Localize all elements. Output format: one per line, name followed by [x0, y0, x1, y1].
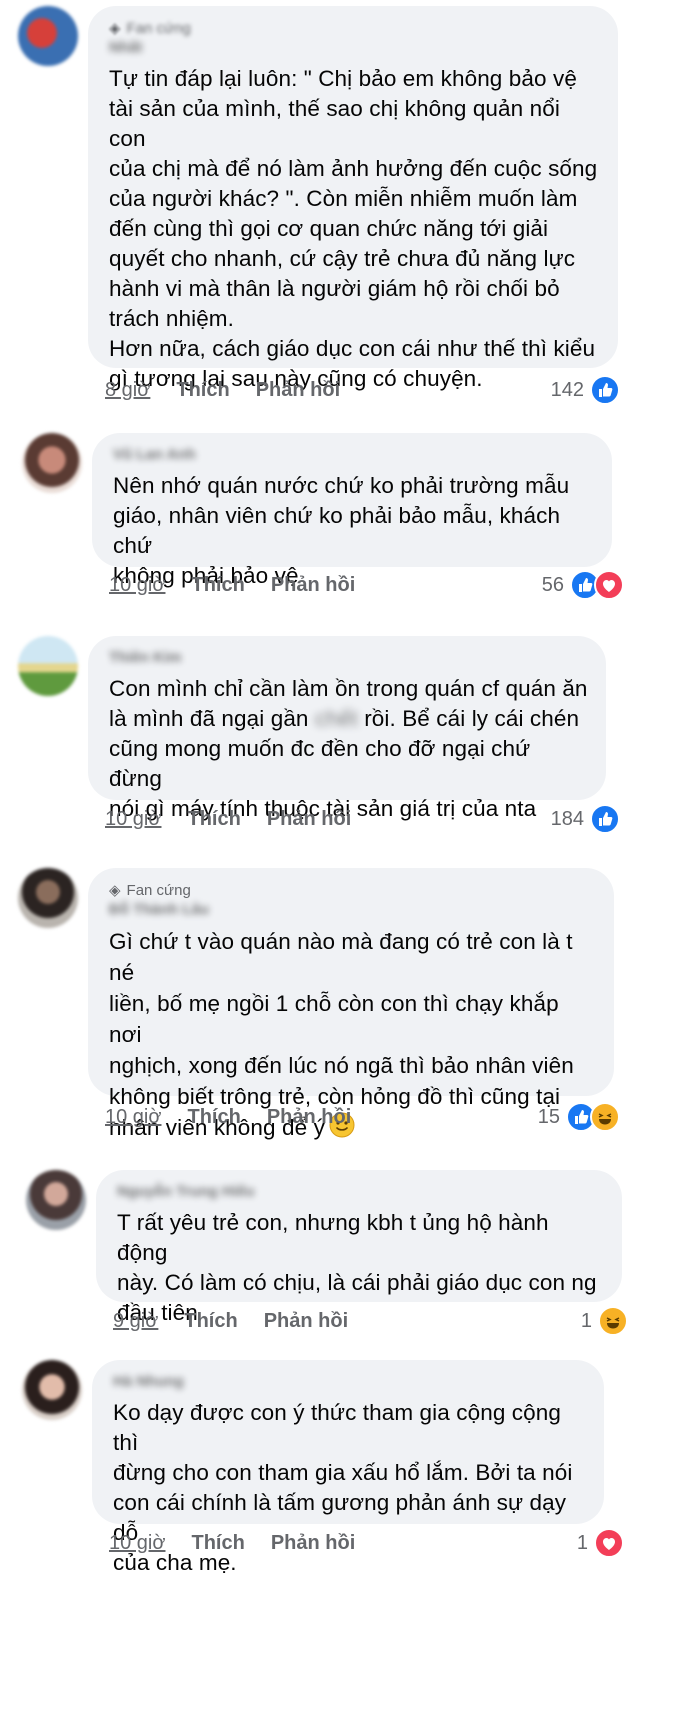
- comment-bubble: ◈ Fan cứng Nhất Tự tin đáp lại luôn: " C…: [88, 6, 618, 391]
- like-button[interactable]: Thích: [187, 1106, 240, 1129]
- reaction-summary[interactable]: 1: [577, 1527, 624, 1559]
- avatar[interactable]: [18, 6, 78, 66]
- comment-bubble: Thiên Kim Con mình chỉ cần làm ồn trong …: [88, 636, 606, 821]
- badge-row: ◈ Fan cứng: [109, 880, 596, 900]
- timestamp-link[interactable]: 10 giờ: [105, 808, 161, 831]
- avatar[interactable]: [18, 868, 78, 928]
- badge-row: ◈ Fan cứng: [109, 18, 600, 38]
- timestamp-link[interactable]: 8 giờ: [105, 379, 150, 402]
- reaction-count: 15: [537, 1105, 560, 1128]
- comment-actions: 8 giờ Thích Phản hồi: [105, 374, 340, 406]
- badge-label: Fan cứng: [126, 19, 191, 37]
- reaction-summary[interactable]: 1: [581, 1305, 628, 1337]
- comment-actions: 10 giờ Thích Phản hồi: [109, 569, 355, 601]
- like-reaction-icon: [590, 804, 620, 834]
- commenter-name[interactable]: Hà Nhung: [113, 1372, 586, 1392]
- avatar[interactable]: [18, 636, 78, 696]
- reaction-summary[interactable]: 142: [551, 374, 620, 406]
- comment-actions: 9 giờ Thích Phản hồi: [113, 1305, 348, 1337]
- commenter-name[interactable]: Vũ Lan Anh: [113, 445, 594, 465]
- love-reaction-icon: [594, 1528, 624, 1558]
- comment-bubble: Hà Nhung Ko dạy được con ý thức tham gia…: [92, 1360, 604, 1575]
- reaction-summary[interactable]: 56: [542, 569, 624, 601]
- reaction-count: 142: [550, 378, 584, 401]
- comment-bubble: Nguyễn Trung Hiếu T rất yêu trẻ con, như…: [96, 1170, 622, 1325]
- haha-reaction-icon: [590, 1102, 620, 1132]
- reply-button[interactable]: Phản hồi: [256, 379, 340, 402]
- reply-button[interactable]: Phản hồi: [264, 1310, 348, 1333]
- comment-bubble: Vũ Lan Anh Nên nhớ quán nước chứ ko phải…: [92, 433, 612, 588]
- commenter-name[interactable]: Nhất: [109, 38, 600, 58]
- reply-button[interactable]: Phản hồi: [271, 574, 355, 597]
- timestamp-link[interactable]: 9 giờ: [113, 1310, 158, 1333]
- commenter-name[interactable]: Thiên Kim: [109, 648, 588, 668]
- timestamp-link[interactable]: 10 giờ: [109, 574, 165, 597]
- love-reaction-icon: [594, 570, 624, 600]
- like-button[interactable]: Thích: [187, 808, 240, 831]
- comment-text: Tự tin đáp lại luôn: " Chị bảo em không …: [109, 66, 598, 391]
- diamond-icon: ◈: [109, 882, 121, 899]
- like-button[interactable]: Thích: [191, 1532, 244, 1555]
- timestamp-link[interactable]: 10 giờ: [105, 1106, 161, 1129]
- comment-actions: 10 giờ Thích Phản hồi: [105, 1101, 351, 1133]
- fan-badge: ◈ Fan cứng: [109, 19, 191, 38]
- badge-label: Fan cứng: [126, 881, 191, 899]
- reply-button[interactable]: Phản hồi: [267, 1106, 351, 1129]
- reaction-count: 184: [550, 807, 584, 830]
- reply-button[interactable]: Phản hồi: [267, 808, 351, 831]
- comment-actions: 10 giờ Thích Phản hồi: [105, 803, 351, 835]
- reply-button[interactable]: Phản hồi: [271, 1532, 355, 1555]
- avatar[interactable]: [22, 433, 82, 493]
- reaction-summary[interactable]: 15: [538, 1101, 620, 1133]
- like-button[interactable]: Thích: [184, 1310, 237, 1333]
- diamond-icon: ◈: [109, 20, 121, 37]
- reaction-count: 1: [576, 1531, 588, 1554]
- reaction-count: 56: [541, 573, 564, 596]
- reaction-summary[interactable]: 184: [551, 803, 620, 835]
- avatar[interactable]: [26, 1170, 86, 1230]
- like-button[interactable]: Thích: [191, 574, 244, 597]
- comment-actions: 10 giờ Thích Phản hồi: [109, 1527, 355, 1559]
- comment-text: Con mình chỉ cần làm ồn trong quán cf qu…: [109, 674, 588, 824]
- commenter-name[interactable]: Đỗ Thành Lâu: [109, 900, 596, 920]
- censored-word: chết: [314, 706, 358, 731]
- like-reaction-icon: [590, 375, 620, 405]
- timestamp-link[interactable]: 10 giờ: [109, 1532, 165, 1555]
- haha-reaction-icon: [598, 1306, 628, 1336]
- like-button[interactable]: Thích: [176, 379, 229, 402]
- comment-bubble: ◈ Fan cứng Đỗ Thành Lâu Gì chứ t vào quá…: [88, 868, 614, 1140]
- commenter-name[interactable]: Nguyễn Trung Hiếu: [117, 1182, 604, 1202]
- reaction-count: 1: [580, 1309, 592, 1332]
- fan-badge: ◈ Fan cứng: [109, 881, 191, 900]
- avatar[interactable]: [22, 1360, 82, 1420]
